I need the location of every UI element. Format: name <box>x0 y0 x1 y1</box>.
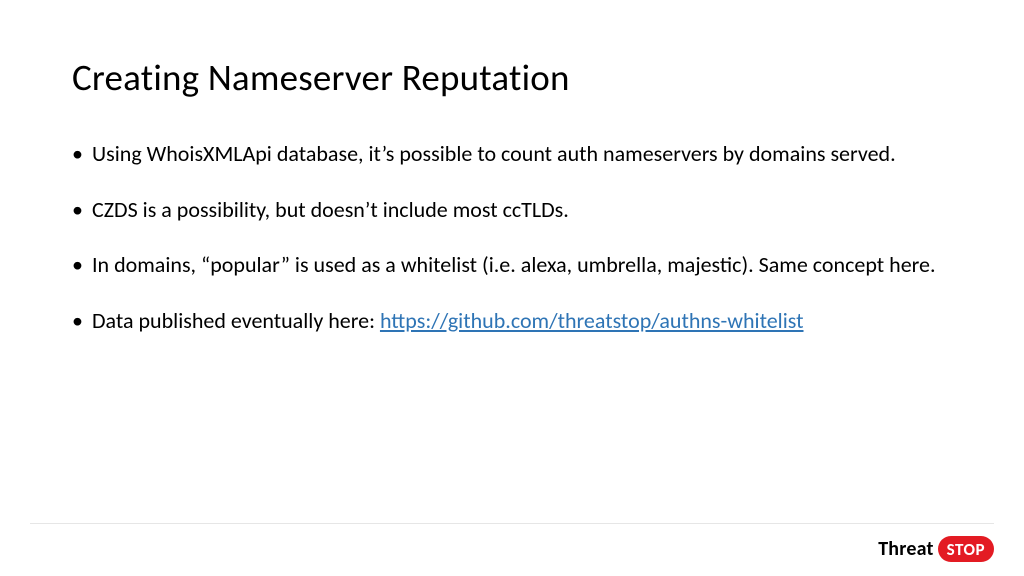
bullet-text: Data published eventually here: <box>92 307 380 334</box>
slide: Creating Nameserver Reputation Using Who… <box>0 0 1024 576</box>
bullet-text: Using WhoisXMLApi database, it’s possibl… <box>92 140 896 167</box>
logo-badge-stop: STOP <box>938 536 994 562</box>
bullet-list: Using WhoisXMLApi database, it’s possibl… <box>72 140 952 334</box>
bullet-text: CZDS is a possibility, but doesn’t inclu… <box>92 196 569 223</box>
slide-title: Creating Nameserver Reputation <box>72 55 952 100</box>
list-item: Using WhoisXMLApi database, it’s possibl… <box>72 140 952 168</box>
list-item: In domains, “popular” is used as a white… <box>72 251 952 279</box>
bullet-text: In domains, “popular” is used as a white… <box>92 251 936 278</box>
list-item: CZDS is a possibility, but doesn’t inclu… <box>72 196 952 224</box>
footer-divider <box>30 523 994 524</box>
list-item: Data published eventually here: https://… <box>72 307 952 335</box>
logo-text-threat: Threat <box>878 537 933 561</box>
github-link[interactable]: https://github.com/threatstop/authns-whi… <box>380 307 804 334</box>
threatstop-logo: Threat STOP <box>878 536 994 562</box>
